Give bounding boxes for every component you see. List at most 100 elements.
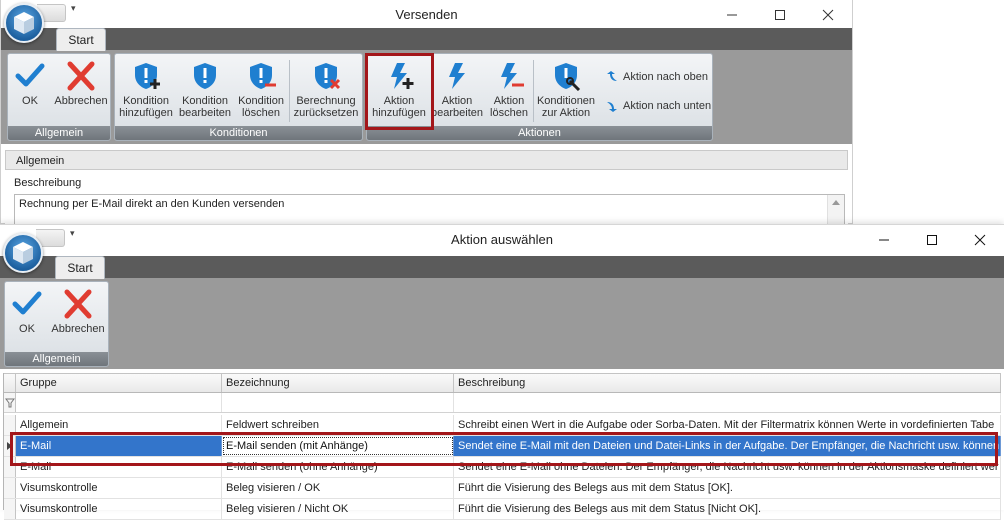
column-header-bezeichnung[interactable]: Bezeichnung — [222, 374, 454, 392]
description-label: Beschreibung — [14, 177, 82, 189]
group-label-allgemein: Allgemein — [8, 126, 110, 140]
filter-cell-beschreibung[interactable] — [454, 393, 1001, 412]
table-row[interactable]: Visumskontrolle Beleg visieren / OK Führ… — [4, 478, 1001, 499]
ok-button[interactable]: OK — [10, 57, 50, 127]
red-x-icon — [67, 61, 95, 91]
cancel-label: Abbrechen — [54, 95, 108, 107]
group-separator — [289, 60, 290, 122]
cell-bezeichnung: E-Mail senden (ohne Anhänge) — [222, 457, 454, 477]
cell-gruppe: Allgemein — [16, 415, 222, 435]
ribbon: OK Abbrechen Allgemein — [0, 278, 1004, 369]
lightning-plus-icon — [391, 63, 414, 89]
tab-start[interactable]: Start — [56, 28, 106, 51]
ok-label: OK — [22, 95, 38, 107]
group-label-allgemein: Allgemein — [5, 352, 108, 366]
close-icon — [974, 234, 986, 246]
filter-cell-gruppe[interactable] — [16, 393, 222, 412]
edit-action-button[interactable]: Aktion bearbeiten — [429, 57, 485, 127]
filter-cell-bezeichnung[interactable] — [222, 393, 454, 412]
grid-header: Gruppe Bezeichnung Beschreibung — [4, 373, 1001, 393]
row-indicator — [4, 499, 16, 519]
cell-bezeichnung: E-Mail senden (mit Anhänge) — [222, 436, 454, 456]
cell-bezeichnung: Feldwert schreiben — [222, 415, 454, 435]
minimize-button[interactable] — [708, 0, 756, 30]
minimize-icon — [727, 14, 737, 16]
edit-condition-label-1: Kondition — [182, 95, 228, 107]
filter-row[interactable] — [4, 393, 1001, 413]
cancel-button[interactable]: Abbrechen — [49, 285, 107, 355]
close-button[interactable] — [804, 0, 852, 30]
add-condition-button[interactable]: Kondition hinzufügen — [117, 57, 175, 127]
delete-condition-button[interactable]: Kondition löschen — [235, 57, 287, 127]
add-action-button[interactable]: Aktion hinzufügen — [369, 57, 429, 127]
action-down-label: Aktion nach unten — [623, 100, 712, 112]
checkmark-icon — [15, 63, 45, 87]
ribbon-tab-strip — [0, 256, 1004, 278]
row-pointer-icon — [7, 442, 12, 450]
table-row-selected[interactable]: E-Mail E-Mail senden (mit Anhänge) Sende… — [4, 436, 1001, 457]
title-bar: ▾ Aktion auswählen — [0, 225, 1004, 255]
application-button[interactable] — [4, 3, 44, 43]
maximize-button[interactable] — [756, 0, 804, 30]
delete-condition-label-1: Kondition — [238, 95, 284, 107]
description-input[interactable]: Rechnung per E-Mail direkt an den Kunden… — [14, 194, 845, 226]
lightning-icon — [449, 63, 465, 89]
maximize-icon — [927, 235, 937, 245]
table-row[interactable]: E-Mail E-Mail senden (ohne Anhänge) Send… — [4, 457, 1001, 478]
shield-plus-icon — [135, 63, 160, 89]
application-button[interactable] — [3, 233, 43, 273]
ribbon-group-allgemein: OK Abbrechen Allgemein — [7, 53, 111, 141]
maximize-icon — [775, 10, 785, 20]
group-separator — [533, 60, 534, 122]
delete-action-label-2: löschen — [490, 107, 528, 119]
ok-button[interactable]: OK — [7, 285, 47, 355]
lightning-minus-icon — [501, 63, 524, 89]
action-up-button[interactable]: Aktion nach oben — [605, 66, 708, 88]
action-conditions-label-1: Konditionen — [536, 95, 596, 107]
arrow-down-icon — [607, 102, 617, 112]
action-up-label: Aktion nach oben — [623, 71, 709, 83]
add-condition-label-2: hinzufügen — [119, 107, 173, 119]
cell-gruppe: E-Mail — [16, 457, 222, 477]
maximize-button[interactable] — [908, 225, 956, 255]
red-x-icon — [64, 289, 92, 319]
delete-action-button[interactable]: Aktion löschen — [485, 57, 533, 127]
reset-calculation-button[interactable]: Berechnung zurücksetzen — [291, 57, 361, 127]
action-grid: Gruppe Bezeichnung Beschreibung Allgemei… — [3, 373, 1001, 520]
edit-condition-label-2: bearbeiten — [179, 107, 231, 119]
description-scrollbar[interactable] — [827, 195, 844, 225]
delete-condition-label-2: löschen — [242, 107, 280, 119]
scroll-up-icon[interactable] — [832, 200, 840, 205]
close-button[interactable] — [956, 225, 1004, 255]
action-conditions-button[interactable]: Konditionen zur Aktion — [535, 57, 597, 127]
cell-beschreibung: Führt die Visierung des Belegs aus mit d… — [454, 499, 1001, 519]
tab-start[interactable]: Start — [55, 256, 105, 279]
cell-gruppe: Visumskontrolle — [16, 499, 222, 519]
ok-label: OK — [19, 323, 35, 335]
cell-beschreibung: Sendet eine E-Mail ohne Dateien. Der Emp… — [454, 457, 1001, 477]
cancel-button[interactable]: Abbrechen — [52, 57, 110, 127]
shield-icon — [194, 63, 216, 89]
close-icon — [822, 9, 834, 21]
cell-beschreibung: Sendet eine E-Mail mit den Dateien und D… — [454, 436, 1001, 456]
cell-gruppe: Visumskontrolle — [16, 478, 222, 498]
table-row[interactable]: Allgemein Feldwert schreiben Schreibt ei… — [4, 415, 1001, 436]
row-indicator — [4, 415, 16, 435]
group-label-aktionen: Aktionen — [367, 126, 712, 140]
minimize-icon — [879, 239, 889, 241]
cell-bezeichnung: Beleg visieren / OK — [222, 478, 454, 498]
minimize-button[interactable] — [860, 225, 908, 255]
panel-header: Allgemein — [5, 150, 848, 170]
general-panel: Allgemein Beschreibung Rechnung per E-Ma… — [5, 150, 848, 226]
action-down-button[interactable]: Aktion nach unten — [605, 95, 711, 117]
row-indicator — [4, 457, 16, 477]
column-header-beschreibung[interactable]: Beschreibung — [454, 374, 1001, 392]
description-value: Rechnung per E-Mail direkt an den Kunden… — [19, 198, 285, 210]
filter-icon — [5, 398, 15, 408]
edit-action-label-2: bearbeiten — [431, 107, 483, 119]
edit-condition-button[interactable]: Kondition bearbeiten — [175, 57, 235, 127]
action-conditions-label-2: zur Aktion — [541, 107, 591, 119]
column-header-gruppe[interactable]: Gruppe — [16, 374, 222, 392]
cell-beschreibung: Schreibt einen Wert in die Aufgabe oder … — [454, 415, 1001, 435]
cell-gruppe: E-Mail — [16, 436, 222, 456]
